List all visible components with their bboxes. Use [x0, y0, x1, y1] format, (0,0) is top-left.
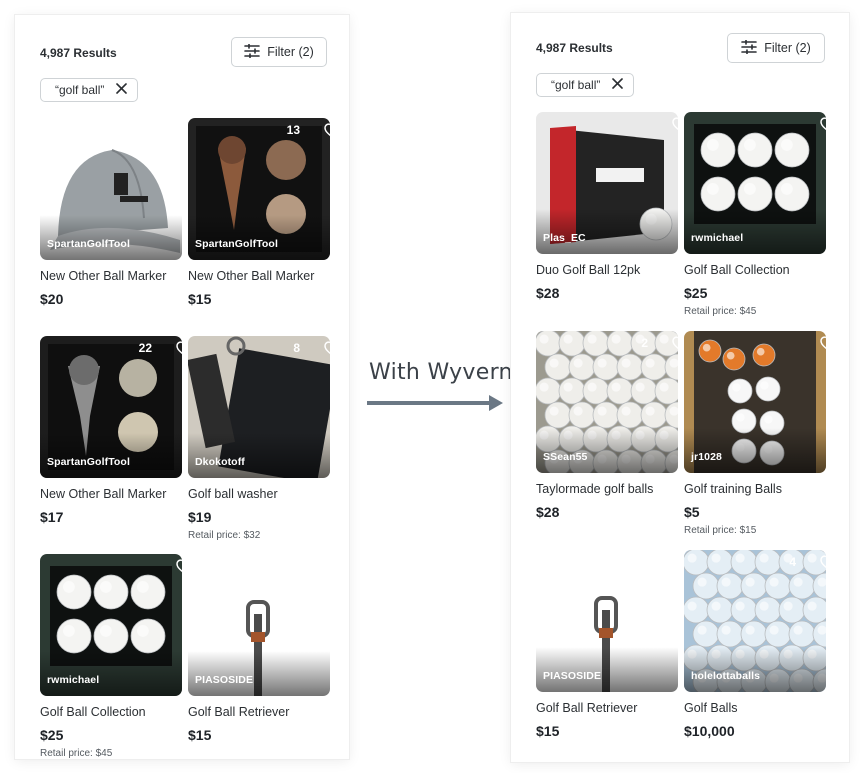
- product-card[interactable]: SSean55 2 Taylormade golf balls $28: [536, 331, 678, 537]
- seller-name[interactable]: PIASOSIDE: [195, 674, 253, 686]
- product-price: $28: [536, 285, 560, 301]
- seller-name[interactable]: Dkokotoff: [195, 456, 245, 468]
- product-price: $19: [188, 509, 212, 525]
- product-title[interactable]: Duo Golf Ball 12pk: [536, 263, 678, 277]
- product-title[interactable]: Golf ball washer: [188, 487, 330, 501]
- product-title[interactable]: New Other Ball Marker: [40, 269, 182, 283]
- filter-label: Filter (2): [764, 41, 811, 55]
- seller-name[interactable]: rwmichael: [691, 232, 743, 244]
- product-title[interactable]: Golf Balls: [684, 701, 826, 715]
- product-grid: SpartanGolfTool 6 New Other Ball Marker …: [40, 118, 330, 759]
- sliders-icon: [244, 42, 261, 61]
- product-image[interactable]: SpartanGolfTool 13: [188, 118, 330, 260]
- product-price: $17: [40, 509, 64, 525]
- results-count: 4,987 Results: [40, 46, 117, 60]
- product-card[interactable]: SpartanGolfTool 22 New Other Ball Marker…: [40, 336, 182, 540]
- product-price: $20: [40, 291, 64, 307]
- seller-name[interactable]: SpartanGolfTool: [195, 238, 278, 250]
- retail-price: Retail price: $45: [684, 306, 757, 317]
- product-title[interactable]: Golf Ball Collection: [684, 263, 826, 277]
- product-image[interactable]: jr1028: [684, 331, 826, 473]
- filter-label: Filter (2): [267, 45, 314, 59]
- product-title[interactable]: Golf Ball Retriever: [536, 701, 678, 715]
- product-card[interactable]: Dkokotoff 8 Golf ball washer $19 Retail …: [188, 336, 330, 541]
- search-chip-label: “golf ball”: [55, 83, 105, 97]
- like-count: 22: [138, 341, 152, 355]
- search-chip[interactable]: “golf ball”: [536, 73, 635, 97]
- seller-name[interactable]: PIASOSIDE: [543, 670, 601, 682]
- results-count: 4,987 Results: [536, 41, 613, 55]
- product-title[interactable]: Golf Ball Retriever: [188, 705, 330, 719]
- filter-button[interactable]: Filter (2): [727, 33, 825, 63]
- product-card[interactable]: SpartanGolfTool 13 New Other Ball Marker…: [188, 118, 330, 322]
- retail-price: Retail price: $45: [40, 748, 113, 759]
- arrow-right-icon: [367, 395, 503, 411]
- product-image[interactable]: SpartanGolfTool 22: [40, 336, 182, 478]
- seller-name[interactable]: SpartanGolfTool: [47, 456, 130, 468]
- product-grid: Plas_EC Duo Golf Ball 12pk $28 rwmichael: [536, 112, 826, 756]
- results-panel-wyvern: 4,987 Results Filter (2) “golf ball” Pla…: [511, 13, 849, 762]
- seller-name[interactable]: rwmichael: [47, 674, 99, 686]
- close-icon[interactable]: [612, 78, 624, 92]
- product-price: $15: [188, 727, 212, 743]
- product-price: $25: [684, 285, 708, 301]
- like-count: 1: [641, 555, 648, 569]
- product-card[interactable]: PIASOSIDE 1 Golf Ball Retriever $15: [536, 550, 678, 756]
- like-count: 6: [145, 123, 152, 137]
- product-image[interactable]: SSean55 2: [536, 331, 678, 473]
- product-title[interactable]: Golf Ball Collection: [40, 705, 182, 719]
- product-title[interactable]: New Other Ball Marker: [40, 487, 182, 501]
- product-title[interactable]: New Other Ball Marker: [188, 269, 330, 283]
- product-card[interactable]: rwmichael Golf Ball Collection $25 Retai…: [684, 112, 826, 318]
- like-count: 1: [293, 559, 300, 573]
- retail-price: Retail price: $15: [684, 525, 757, 536]
- product-card[interactable]: holelottaballs 4 Golf Balls $10,000: [684, 550, 826, 756]
- product-card[interactable]: Plas_EC Duo Golf Ball 12pk $28: [536, 112, 678, 318]
- product-image[interactable]: Plas_EC: [536, 112, 678, 254]
- product-image[interactable]: SpartanGolfTool 6: [40, 118, 182, 260]
- product-price: $28: [536, 504, 560, 520]
- product-price: $25: [40, 727, 64, 743]
- seller-name[interactable]: Plas_EC: [543, 232, 586, 244]
- product-price: $10,000: [684, 723, 735, 739]
- product-price: $15: [536, 723, 560, 739]
- seller-name[interactable]: SpartanGolfTool: [47, 238, 130, 250]
- product-title[interactable]: Taylormade golf balls: [536, 482, 678, 496]
- like-count: 2: [641, 336, 648, 350]
- product-image[interactable]: PIASOSIDE 1: [536, 550, 678, 692]
- product-image[interactable]: holelottaballs 4: [684, 550, 826, 692]
- results-panel-baseline: 4,987 Results Filter (2) “golf ball” Spa…: [15, 15, 349, 759]
- retail-price: Retail price: $32: [188, 530, 261, 541]
- product-price: $5: [684, 504, 700, 520]
- product-title[interactable]: Golf training Balls: [684, 482, 826, 496]
- seller-name[interactable]: jr1028: [691, 451, 722, 463]
- close-icon[interactable]: [116, 83, 128, 97]
- product-card[interactable]: rwmichael Golf Ball Collection $25 Retai…: [40, 554, 182, 759]
- filter-button[interactable]: Filter (2): [231, 37, 327, 67]
- search-chip-label: “golf ball”: [551, 78, 601, 92]
- seller-name[interactable]: holelottaballs: [691, 670, 760, 682]
- product-card[interactable]: SpartanGolfTool 6 New Other Ball Marker …: [40, 118, 182, 322]
- product-card[interactable]: jr1028 Golf training Balls $5 Retail pri…: [684, 331, 826, 537]
- search-chip[interactable]: “golf ball”: [40, 78, 139, 102]
- seller-name[interactable]: SSean55: [543, 451, 587, 463]
- like-count: 4: [789, 555, 796, 569]
- product-image[interactable]: rwmichael: [40, 554, 182, 696]
- comparison-label: With Wyvern: [369, 360, 513, 385]
- product-image[interactable]: Dkokotoff 8: [188, 336, 330, 478]
- product-image[interactable]: rwmichael: [684, 112, 826, 254]
- like-count: 8: [293, 341, 300, 355]
- product-price: $15: [188, 291, 212, 307]
- sliders-icon: [741, 38, 758, 57]
- product-image[interactable]: PIASOSIDE 1: [188, 554, 330, 696]
- product-card[interactable]: PIASOSIDE 1 Golf Ball Retriever $15: [188, 554, 330, 758]
- like-count: 13: [286, 123, 300, 137]
